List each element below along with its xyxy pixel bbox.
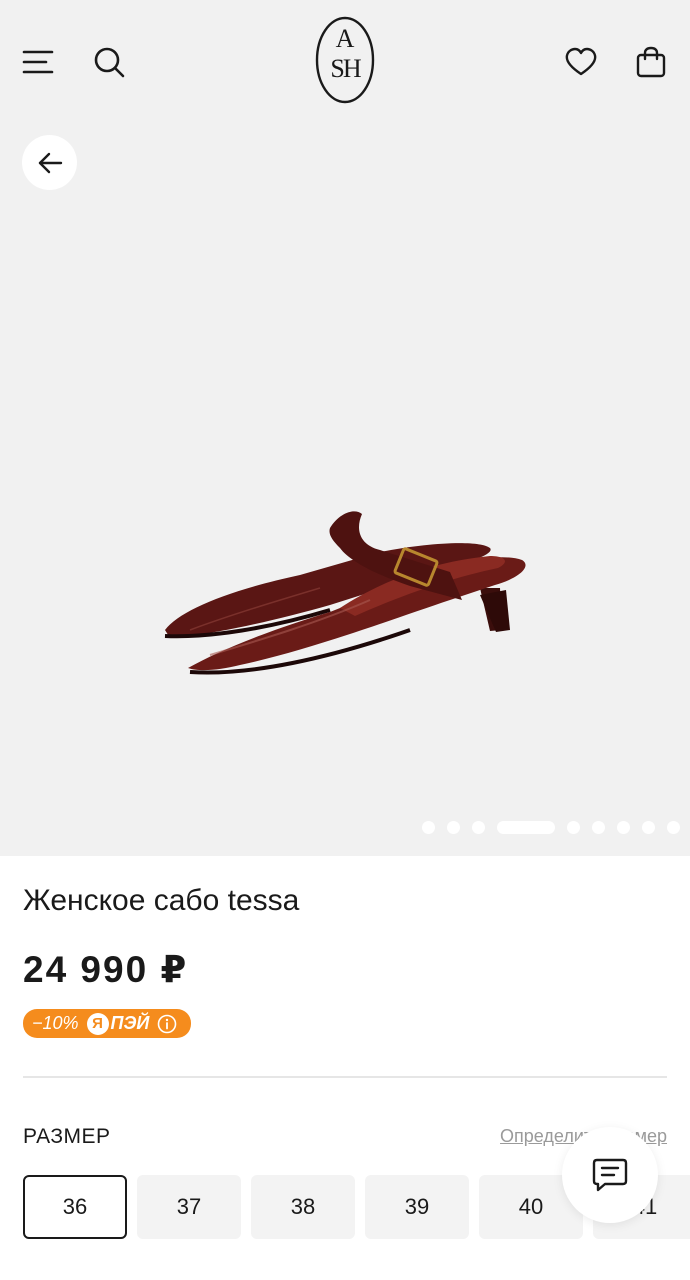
promo-discount: −10% xyxy=(32,1013,79,1033)
size-option-39[interactable]: 39 xyxy=(365,1175,469,1239)
slide-indicator[interactable] xyxy=(667,820,680,834)
slide-indicator[interactable] xyxy=(592,820,605,834)
slide-indicators xyxy=(422,820,680,834)
product-image[interactable] xyxy=(150,490,550,700)
info-icon[interactable] xyxy=(157,1014,177,1034)
slide-indicator[interactable] xyxy=(472,820,485,834)
search-icon xyxy=(94,47,125,78)
size-option-36[interactable]: 36 xyxy=(23,1175,127,1239)
bag-icon xyxy=(636,46,666,78)
chat-icon xyxy=(592,1158,628,1192)
yandex-pay-badge[interactable]: −10% Я ПЭЙ xyxy=(23,1009,191,1038)
chat-button[interactable] xyxy=(562,1127,658,1223)
slide-indicator[interactable] xyxy=(447,820,460,834)
menu-icon xyxy=(22,50,54,74)
back-button[interactable] xyxy=(22,135,77,190)
slide-indicator[interactable] xyxy=(422,820,435,834)
size-option-37[interactable]: 37 xyxy=(137,1175,241,1239)
logo-letters-sh: SH xyxy=(330,54,361,83)
size-label: РАЗМЕР xyxy=(23,1125,111,1148)
slide-indicator[interactable] xyxy=(642,820,655,834)
search-button[interactable] xyxy=(88,42,130,82)
slide-indicator[interactable] xyxy=(567,820,580,834)
brand-logo[interactable]: A SH xyxy=(315,16,375,104)
promo-pay-label: ПЭЙ xyxy=(110,1013,150,1033)
slide-indicator[interactable] xyxy=(617,820,630,834)
product-gallery[interactable]: A SH xyxy=(0,0,690,856)
divider xyxy=(23,1076,667,1078)
slide-indicator-active[interactable] xyxy=(497,820,555,834)
menu-button[interactable] xyxy=(18,42,58,82)
size-option-38[interactable]: 38 xyxy=(251,1175,355,1239)
favorites-button[interactable] xyxy=(560,42,602,82)
arrow-left-icon xyxy=(38,152,62,173)
cart-button[interactable] xyxy=(630,42,672,82)
yandex-icon: Я xyxy=(86,1012,109,1035)
heart-icon xyxy=(565,47,597,76)
header: A SH xyxy=(0,0,690,120)
product-title: Женское сабо tessa xyxy=(23,884,300,917)
logo-letter-a: A xyxy=(335,24,355,53)
product-price: 24 990 ₽ xyxy=(23,949,189,990)
